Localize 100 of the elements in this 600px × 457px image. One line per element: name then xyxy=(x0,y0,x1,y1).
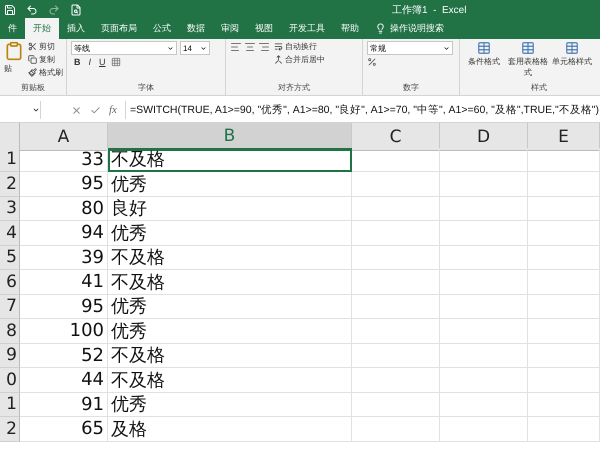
ribbon-tab[interactable]: 页面布局 xyxy=(93,18,145,39)
bold-button[interactable]: B xyxy=(71,57,84,67)
copy-button[interactable]: 复制 xyxy=(28,54,63,65)
table-cell: 91 xyxy=(20,392,108,417)
table-cell: 优秀 xyxy=(108,172,352,196)
ribbon-tab[interactable]: 开始 xyxy=(25,18,59,39)
wrap-text-icon xyxy=(274,42,283,51)
font-size-field[interactable]: 14 xyxy=(180,41,210,55)
group-label: 对齐方式 xyxy=(277,82,311,94)
table-cell xyxy=(528,196,600,221)
lightbulb-icon xyxy=(375,23,386,34)
row-header[interactable]: 4 xyxy=(0,221,20,246)
save-icon[interactable] xyxy=(4,4,16,16)
table-cell xyxy=(528,221,600,246)
caret-icon xyxy=(32,106,40,114)
column-header[interactable]: D xyxy=(440,123,528,151)
border-icon[interactable] xyxy=(110,57,121,67)
row-header[interactable]: 7 xyxy=(0,294,20,319)
caret-icon xyxy=(200,44,207,52)
ribbon-tab[interactable]: 公式 xyxy=(145,18,179,39)
align-center-icon[interactable] xyxy=(244,41,256,53)
caret-icon xyxy=(443,44,450,52)
table-cell: 不及格 xyxy=(108,246,352,270)
tell-me-search[interactable]: 操作说明搜索 xyxy=(367,22,444,39)
table-cell xyxy=(528,344,600,368)
style-gallery-button[interactable]: 条件格式 xyxy=(464,41,504,82)
table-cell xyxy=(528,172,600,196)
table-cell xyxy=(528,368,600,392)
table-cell: 不及格 xyxy=(108,344,352,368)
italic-button[interactable]: I xyxy=(86,57,94,67)
table-icon xyxy=(477,41,491,55)
table-icon xyxy=(521,41,535,55)
percent-icon[interactable] xyxy=(367,57,377,67)
ribbon-tab[interactable]: 件 xyxy=(0,18,25,39)
table-cell: 44 xyxy=(20,368,108,392)
row-header[interactable]: 2 xyxy=(0,172,20,196)
table-cell: 不及格 xyxy=(108,270,352,294)
enter-icon[interactable] xyxy=(90,104,101,116)
font-name-field[interactable]: 等线 xyxy=(71,41,177,55)
table-cell xyxy=(528,246,600,270)
table-cell: 及格 xyxy=(108,417,352,442)
underline-button[interactable]: U xyxy=(96,57,109,67)
table-cell: 不及格 xyxy=(108,368,352,392)
formula-input[interactable]: =SWITCH(TRUE, A1>=90, "优秀", A1>=80, "良好", A1>=70, "中等", A1>=60, "及格",TRUE,"不及格") xyxy=(126,103,600,117)
row-header[interactable]: 5 xyxy=(0,246,20,270)
wrap-text-button[interactable]: 自动换行 xyxy=(274,41,325,52)
table-cell: 不及格 xyxy=(108,148,352,172)
column-header[interactable]: A xyxy=(20,123,108,151)
column-header[interactable]: E xyxy=(528,123,600,151)
paste-button[interactable]: 贴 xyxy=(4,63,24,74)
group-label: 剪贴板 xyxy=(20,82,46,94)
style-gallery-button[interactable]: 套用表格格式 xyxy=(508,41,548,82)
group-label: 样式 xyxy=(530,82,548,94)
table-cell: 95 xyxy=(20,294,108,319)
copy-icon xyxy=(28,55,37,64)
ribbon-tab[interactable]: 插入 xyxy=(59,18,93,39)
insert-function-button[interactable]: fx xyxy=(109,104,117,116)
row-header[interactable]: 2 xyxy=(0,417,20,442)
paintbrush-icon xyxy=(28,68,37,77)
table-cell xyxy=(528,294,600,319)
row-header[interactable]: 3 xyxy=(0,196,20,221)
align-right-icon[interactable] xyxy=(258,41,270,53)
merge-center-button[interactable]: 合并后居中 xyxy=(274,54,325,65)
row-header[interactable]: 9 xyxy=(0,344,20,368)
table-cell: 良好 xyxy=(108,196,352,221)
row-header[interactable]: 8 xyxy=(0,319,20,344)
row-header[interactable]: 6 xyxy=(0,270,20,294)
table-cell: 95 xyxy=(20,172,108,196)
table-cell xyxy=(528,392,600,417)
ribbon-tab[interactable]: 审阅 xyxy=(213,18,247,39)
ribbon-tab[interactable]: 视图 xyxy=(247,18,281,39)
table-cell: 41 xyxy=(20,270,108,294)
group-label: 字体 xyxy=(137,82,155,94)
table-cell: 优秀 xyxy=(108,221,352,246)
redo-icon[interactable] xyxy=(48,4,60,16)
cut-button[interactable]: 剪切 xyxy=(28,41,63,52)
print-preview-icon[interactable] xyxy=(70,4,82,16)
column-header[interactable]: C xyxy=(352,123,440,151)
column-header[interactable]: B xyxy=(108,123,352,151)
table-cell: 优秀 xyxy=(108,319,352,344)
table-cell xyxy=(528,148,600,172)
ribbon-tab[interactable]: 数据 xyxy=(179,18,213,39)
style-gallery-button[interactable]: 单元格样式 xyxy=(552,41,592,82)
table-cell: 100 xyxy=(20,319,108,344)
merge-icon xyxy=(274,55,283,64)
number-format-field[interactable]: 常规 xyxy=(367,41,453,55)
row-header[interactable]: 1 xyxy=(0,392,20,417)
table-cell xyxy=(528,270,600,294)
ribbon-tab[interactable]: 开发工具 xyxy=(281,18,333,39)
align-left-icon[interactable] xyxy=(230,41,242,53)
table-cell: 33 xyxy=(20,148,108,172)
undo-icon[interactable] xyxy=(26,4,38,16)
paste-icon[interactable] xyxy=(4,41,24,61)
cancel-icon[interactable] xyxy=(71,104,82,116)
format-painter-button[interactable]: 格式刷 xyxy=(28,67,63,78)
row-header[interactable]: 0 xyxy=(0,368,20,392)
ribbon-tab[interactable]: 帮助 xyxy=(333,18,367,39)
table-cell: 优秀 xyxy=(108,392,352,417)
table-cell xyxy=(528,319,600,344)
scissors-icon xyxy=(28,42,37,51)
